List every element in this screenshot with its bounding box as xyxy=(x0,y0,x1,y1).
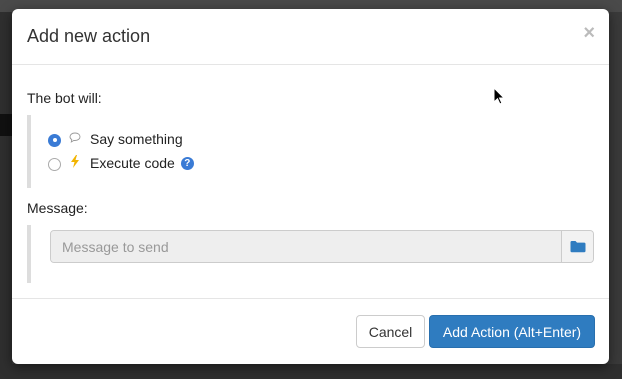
lightning-bolt-icon xyxy=(68,155,82,171)
execute-code-radio[interactable] xyxy=(48,157,61,171)
help-icon[interactable]: ? xyxy=(180,156,194,170)
say-something-radio[interactable] xyxy=(48,133,61,147)
options-group-bar xyxy=(27,115,31,188)
cancel-button[interactable]: Cancel xyxy=(356,315,425,348)
message-input-group xyxy=(50,230,594,263)
say-something-label: Say something xyxy=(90,131,183,147)
message-label: Message: xyxy=(27,200,88,216)
option-execute-code[interactable]: Execute code ? xyxy=(48,153,194,173)
browse-button[interactable] xyxy=(561,231,593,262)
execute-code-label: Execute code xyxy=(90,155,175,171)
background-selected-row xyxy=(0,114,12,136)
message-group-bar xyxy=(27,225,31,283)
message-input[interactable] xyxy=(51,231,561,262)
background-footer xyxy=(0,364,622,379)
folder-icon xyxy=(570,241,585,253)
speech-bubble-icon xyxy=(68,132,82,146)
modal-title: Add new action xyxy=(27,26,151,46)
background-panel xyxy=(0,12,12,379)
modal-header: Add new action × xyxy=(12,9,609,65)
close-button[interactable]: × xyxy=(583,23,595,43)
add-action-button[interactable]: Add Action (Alt+Enter) xyxy=(429,315,595,348)
mouse-cursor-icon xyxy=(493,87,505,105)
bot-will-label: The bot will: xyxy=(27,90,102,106)
add-action-modal: Add new action × The bot will: Say somet… xyxy=(12,9,609,364)
option-say-something[interactable]: Say something xyxy=(48,129,183,149)
modal-footer: Cancel Add Action (Alt+Enter) xyxy=(12,298,609,364)
